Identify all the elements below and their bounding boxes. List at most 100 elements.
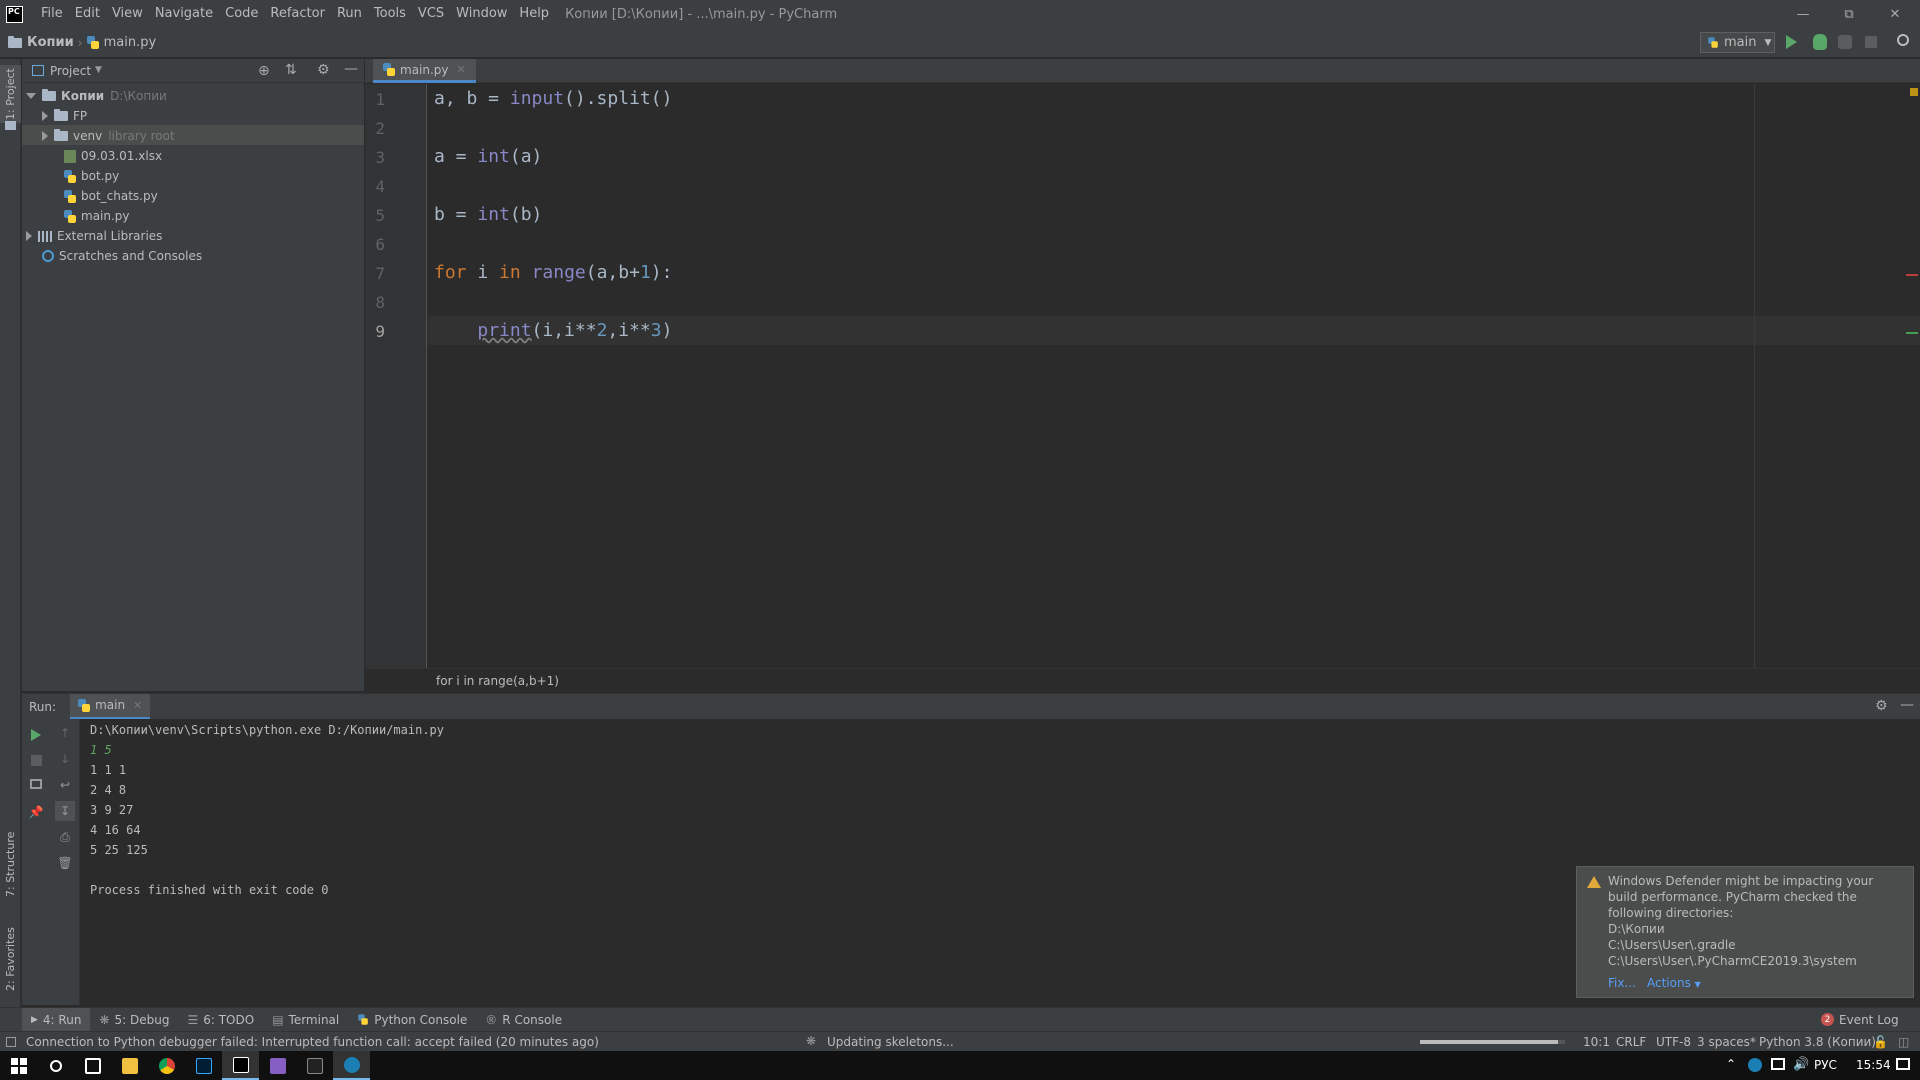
steam-tray-icon[interactable] [1748, 1058, 1762, 1072]
gear-icon[interactable]: ⚙ [1875, 698, 1888, 714]
visual-studio-icon[interactable] [259, 1051, 296, 1080]
tab-debug[interactable]: ❋ 5: Debug [90, 1008, 178, 1032]
close-icon[interactable]: ✕ [1872, 0, 1918, 28]
code-line-5[interactable]: b = int(b) [434, 204, 542, 225]
tree-item-bot-chats[interactable]: bot_chats.py [64, 186, 158, 206]
tool-windows-toggle-icon[interactable] [6, 1036, 16, 1047]
tree-item-main[interactable]: main.py [64, 206, 130, 226]
coverage-icon[interactable] [1838, 35, 1852, 49]
menu-run[interactable]: Run [331, 0, 368, 28]
menu-edit[interactable]: Edit [69, 0, 106, 28]
menu-window[interactable]: Window [450, 0, 513, 28]
collapse-all-icon[interactable]: ⇅ [285, 62, 297, 78]
menu-help[interactable]: Help [513, 0, 555, 28]
steam-icon[interactable] [333, 1051, 370, 1080]
breadcrumb-project[interactable]: Копии [8, 35, 74, 50]
error-stripe-marker[interactable] [1906, 274, 1918, 276]
menu-file[interactable]: File [35, 0, 69, 28]
network-icon[interactable] [1771, 1058, 1785, 1070]
tab-todo[interactable]: ☰ 6: TODO [178, 1008, 263, 1032]
tree-root[interactable]: Копии D:\Копии [26, 86, 167, 106]
indent-setting[interactable]: 3 spaces* [1697, 1035, 1756, 1049]
run-config-select[interactable]: main ▼ [1700, 32, 1775, 53]
tab-structure[interactable]: 7: Structure [0, 824, 21, 904]
trash-icon[interactable]: 🗑 [57, 855, 73, 871]
tree-item-bot[interactable]: bot.py [64, 166, 119, 186]
tree-item-venv[interactable]: venv library root [42, 126, 175, 146]
tree-external-libraries[interactable]: External Libraries [26, 226, 162, 246]
menu-view[interactable]: View [106, 0, 149, 28]
file-explorer-icon[interactable] [111, 1051, 148, 1080]
python-interpreter[interactable]: Python 3.8 (Копии) [1759, 1035, 1876, 1049]
editor-breadcrumb[interactable]: for i in range(a,b+1) [436, 674, 559, 688]
code-line-3[interactable]: a = int(a) [434, 146, 542, 167]
change-stripe-marker[interactable] [1906, 332, 1918, 334]
file-encoding[interactable]: UTF-8 [1656, 1035, 1691, 1049]
tree-item-xlsx[interactable]: 09.03.01.xlsx [64, 146, 162, 166]
arrow-up-icon[interactable]: ↑ [57, 725, 73, 741]
rerun-icon[interactable] [31, 729, 41, 741]
code-line-9[interactable]: print(i,i**2,i**3) [434, 320, 672, 341]
hide-panel-icon[interactable]: — [344, 61, 358, 77]
pycharm-taskbar-icon[interactable] [222, 1051, 259, 1080]
minimize-icon[interactable]: — [1780, 0, 1826, 28]
code-line-7[interactable]: for i in range(a,b+1): [434, 262, 672, 283]
task-view-icon[interactable] [74, 1051, 111, 1080]
menu-tools[interactable]: Tools [368, 0, 412, 28]
clock[interactable]: 15:54 [1856, 1058, 1891, 1072]
tab-run[interactable]: ▶ 4: Run [22, 1007, 91, 1032]
restore-icon[interactable]: ⧉ [1826, 0, 1872, 28]
tab-main-py[interactable]: main.py ✕ [373, 59, 476, 83]
start-icon[interactable] [0, 1051, 37, 1080]
language-indicator[interactable]: РУС [1814, 1058, 1837, 1072]
scroll-to-end-icon[interactable]: ↧ [55, 801, 75, 821]
close-tab-icon[interactable]: ✕ [457, 63, 466, 76]
code-editor[interactable]: a, b = input().split() a = int(a) b = in… [428, 84, 1920, 668]
debug-icon[interactable] [1813, 34, 1827, 50]
tab-r-console[interactable]: ® R Console [476, 1008, 571, 1032]
chevron-right-icon[interactable] [42, 111, 48, 121]
chrome-icon[interactable] [148, 1051, 185, 1080]
locate-icon[interactable]: ⊕ [258, 63, 270, 79]
stop-icon[interactable] [1865, 36, 1877, 48]
menu-vcs[interactable]: VCS [412, 0, 450, 28]
search-icon[interactable] [37, 1051, 74, 1080]
search-icon[interactable] [1897, 34, 1909, 46]
photoshop-icon[interactable] [185, 1051, 222, 1080]
status-message[interactable]: Connection to Python debugger failed: In… [26, 1035, 599, 1049]
lock-icon[interactable]: 🔓 [1873, 1035, 1888, 1049]
caret-position[interactable]: 10:1 [1583, 1035, 1610, 1049]
tab-project[interactable]: 1: Project [0, 65, 21, 123]
chevron-right-icon[interactable] [42, 131, 48, 141]
memory-indicator-icon[interactable]: ◫ [1898, 1035, 1909, 1049]
close-tab-icon[interactable]: ✕ [133, 699, 142, 712]
tree-item-fp[interactable]: FP [42, 106, 87, 126]
menu-refactor[interactable]: Refactor [264, 0, 331, 28]
notification-fix-link[interactable]: Fix... [1608, 976, 1636, 990]
inspection-warning-icon[interactable] [1910, 88, 1918, 96]
code-line-1[interactable]: a, b = input().split() [434, 88, 672, 109]
pin-icon[interactable]: 📌 [28, 804, 44, 820]
tree-scratches[interactable]: Scratches and Consoles [42, 246, 202, 266]
soft-wrap-icon[interactable]: ↩ [57, 777, 73, 793]
tab-python-console[interactable]: Python Console [348, 1008, 476, 1032]
breadcrumb-file[interactable]: main.py [86, 35, 156, 50]
tab-terminal[interactable]: ▤ Terminal [263, 1008, 348, 1032]
terminal-app-icon[interactable] [296, 1051, 333, 1080]
print-icon[interactable]: ⎙ [57, 829, 73, 845]
line-separator[interactable]: CRLF [1616, 1035, 1646, 1049]
project-view-select[interactable]: Project [50, 64, 91, 78]
menu-code[interactable]: Code [219, 0, 264, 28]
notifications-icon[interactable] [1896, 1058, 1910, 1070]
tab-event-log[interactable]: 2 Event Log [1812, 1008, 1908, 1032]
chevron-up-icon[interactable]: ⌃ [1726, 1057, 1736, 1071]
run-icon[interactable] [1786, 35, 1797, 49]
gear-icon[interactable]: ⚙ [317, 62, 330, 78]
chevron-down-icon[interactable] [26, 93, 36, 99]
stop-icon[interactable] [31, 755, 42, 766]
run-tab-main[interactable]: main ✕ [70, 693, 151, 720]
hide-panel-icon[interactable]: — [1900, 697, 1914, 713]
chevron-right-icon[interactable] [26, 231, 32, 241]
notification-actions-link[interactable]: Actions ▼ [1647, 976, 1701, 990]
volume-icon[interactable]: 🔊 [1793, 1057, 1809, 1072]
